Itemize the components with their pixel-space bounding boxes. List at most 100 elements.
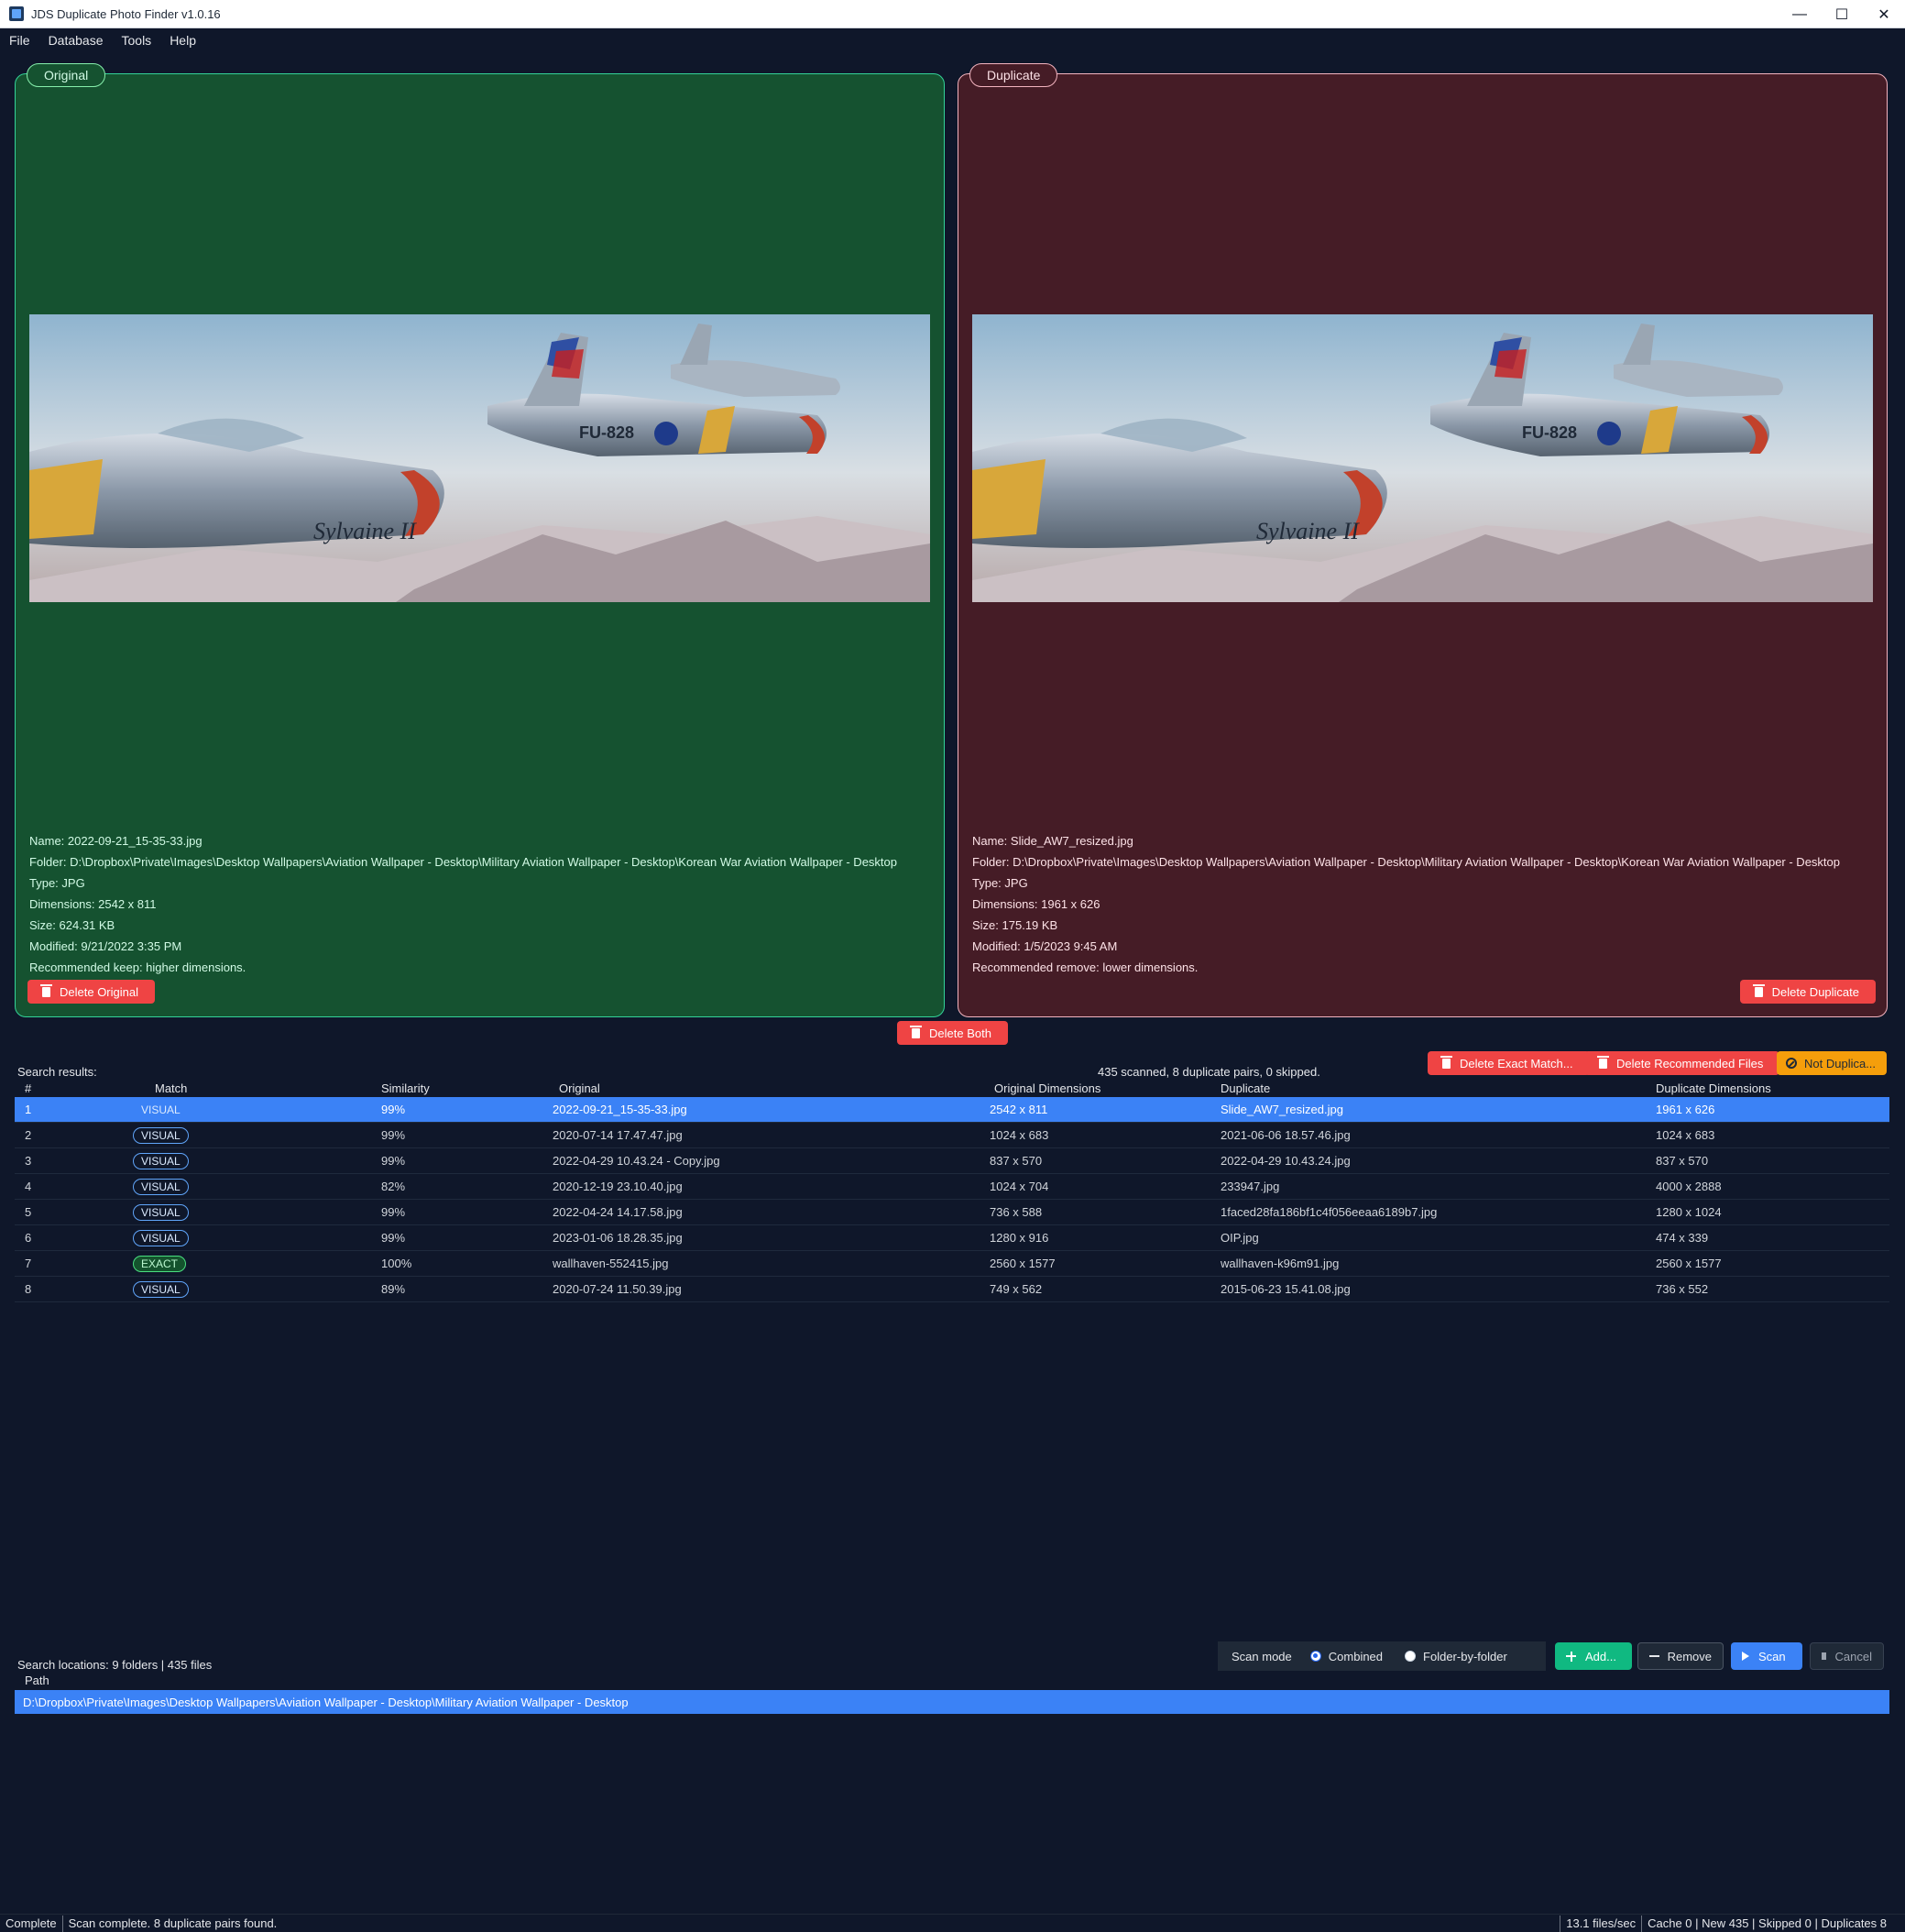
- table-row[interactable]: 4 VISUAL 82% 2020-12-19 23.10.40.jpg 102…: [15, 1174, 1889, 1200]
- delete-duplicate-label: Delete Duplicate: [1771, 984, 1859, 999]
- column-header-match[interactable]: Match: [133, 1081, 378, 1097]
- delete-exact-match-button[interactable]: Delete Exact Match...: [1428, 1051, 1590, 1075]
- match-badge: EXACT: [133, 1255, 187, 1272]
- menu-help[interactable]: Help: [170, 33, 196, 48]
- original-dimensions-cell: 1280 x 916: [990, 1231, 1049, 1245]
- original-image-preview[interactable]: Sylvaine II FU-828: [29, 314, 930, 602]
- original-tab: Original: [27, 63, 106, 87]
- folder-by-folder-label: Folder-by-folder: [1423, 1649, 1507, 1663]
- window-title: JDS Duplicate Photo Finder v1.0.16: [31, 6, 221, 21]
- duplicate-dimensions-cell: 736 x 552: [1656, 1282, 1709, 1296]
- trash-icon: [910, 1025, 922, 1038]
- duplicate-image-preview[interactable]: Sylvaine II FU-828: [972, 314, 1873, 602]
- original-cell: 2023-01-06 18.28.35.jpg: [553, 1231, 683, 1245]
- delete-exact-label: Delete Exact Match...: [1460, 1056, 1573, 1070]
- duplicate-cell: 1faced28fa186bf1c4f056eeaa6189b7.jpg: [1221, 1205, 1438, 1219]
- column-header-path[interactable]: Path: [15, 1674, 1889, 1690]
- match-cell: VISUAL: [133, 1178, 378, 1195]
- duplicate-cell: Slide_AW7_resized.jpg: [1221, 1103, 1343, 1116]
- remove-location-button[interactable]: Remove: [1637, 1642, 1724, 1670]
- similarity-cell: 99%: [381, 1154, 406, 1168]
- svg-text:FU-828: FU-828: [1522, 423, 1577, 442]
- add-location-button[interactable]: Add...: [1555, 1642, 1632, 1670]
- column-header-original-dimensions[interactable]: Original Dimensions: [990, 1081, 1221, 1097]
- column-header-duplicate[interactable]: Duplicate: [1221, 1081, 1656, 1097]
- window-controls: — ☐ ✕: [1779, 0, 1905, 28]
- jet-painting-image: Sylvaine II FU-828: [972, 314, 1873, 602]
- trash-icon: [1752, 983, 1765, 997]
- column-header-number[interactable]: #: [15, 1081, 133, 1097]
- duplicate-recommendation: Recommended remove: lower dimensions.: [972, 961, 1199, 974]
- scan-summary: 435 scanned, 8 duplicate pairs, 0 skippe…: [1098, 1065, 1320, 1079]
- jet-painting-image: Sylvaine II FU-828: [29, 314, 930, 602]
- combined-label: Combined: [1328, 1649, 1384, 1663]
- match-cell: VISUAL: [133, 1229, 378, 1246]
- duplicate-cell: 233947.jpg: [1221, 1180, 1280, 1193]
- duplicate-modified: Modified: 1/5/2023 9:45 AM: [972, 939, 1118, 953]
- stop-icon: [1822, 1652, 1826, 1660]
- duplicate-dimensions-cell: 837 x 570: [1656, 1154, 1709, 1168]
- title-bar: JDS Duplicate Photo Finder v1.0.16 — ☐ ✕: [0, 0, 1905, 28]
- delete-duplicate-button[interactable]: Delete Duplicate: [1739, 980, 1876, 1004]
- cancel-button[interactable]: Cancel: [1810, 1642, 1884, 1670]
- delete-both-label: Delete Both: [929, 1026, 991, 1040]
- match-badge: VISUAL: [133, 1229, 189, 1246]
- scan-button[interactable]: Scan: [1731, 1642, 1802, 1670]
- status-state: Complete: [0, 1915, 63, 1932]
- table-row[interactable]: 5 VISUAL 99% 2022-04-24 14.17.58.jpg 736…: [15, 1200, 1889, 1225]
- similarity-cell: 99%: [381, 1205, 406, 1219]
- column-header-duplicate-dimensions[interactable]: Duplicate Dimensions: [1656, 1081, 1889, 1097]
- delete-original-label: Delete Original: [60, 984, 138, 999]
- delete-recommended-button[interactable]: Delete Recommended Files: [1584, 1051, 1780, 1075]
- minimize-icon[interactable]: —: [1779, 0, 1821, 28]
- status-bar: Complete Scan complete. 8 duplicate pair…: [0, 1914, 1905, 1932]
- original-dimensions: Dimensions: 2542 x 811: [29, 897, 157, 911]
- duplicate-size: Size: 175.19 KB: [972, 918, 1058, 932]
- duplicate-panel: Duplicate Sylvaine II FU-828 Name: Slide…: [958, 63, 1888, 1017]
- status-counts: Cache 0 | New 435 | Skipped 0 | Duplicat…: [1641, 1916, 1892, 1932]
- table-row[interactable]: 6 VISUAL 99% 2023-01-06 18.28.35.jpg 128…: [15, 1225, 1889, 1251]
- plus-icon: [1566, 1651, 1576, 1662]
- match-cell: VISUAL: [133, 1126, 378, 1144]
- menu-database[interactable]: Database: [49, 33, 104, 48]
- close-icon[interactable]: ✕: [1863, 0, 1905, 28]
- table-row[interactable]: 8 VISUAL 89% 2020-07-24 11.50.39.jpg 749…: [15, 1277, 1889, 1302]
- original-recommendation: Recommended keep: higher dimensions.: [29, 961, 246, 974]
- trash-icon: [1597, 1055, 1609, 1069]
- scan-mode-combined-option[interactable]: Combined: [1309, 1649, 1384, 1663]
- not-duplicate-button[interactable]: Not Duplica...: [1777, 1051, 1887, 1075]
- original-dimensions-cell: 2560 x 1577: [990, 1257, 1056, 1270]
- scan-mode-folder-option[interactable]: Folder-by-folder: [1405, 1650, 1507, 1663]
- match-badge: VISUAL: [133, 1178, 189, 1195]
- menu-tools[interactable]: Tools: [122, 33, 152, 48]
- table-row[interactable]: 7 EXACT 100% wallhaven-552415.jpg 2560 x…: [15, 1251, 1889, 1277]
- maximize-icon[interactable]: ☐: [1821, 0, 1863, 28]
- radio-unchecked-icon[interactable]: [1405, 1651, 1417, 1662]
- table-row[interactable]: 3 VISUAL 99% 2022-04-29 10.43.24 - Copy.…: [15, 1148, 1889, 1174]
- duplicate-cell: 2022-04-29 10.43.24.jpg: [1221, 1154, 1351, 1168]
- table-row[interactable]: 1 VISUAL 99% 2022-09-21_15-35-33.jpg 254…: [15, 1097, 1889, 1123]
- results-table: # Match Similarity Original Original Dim…: [15, 1081, 1889, 1302]
- status-rate: 13.1 files/sec: [1560, 1916, 1641, 1932]
- radio-checked-icon[interactable]: [1309, 1651, 1321, 1662]
- row-number: 4: [25, 1180, 32, 1193]
- original-type: Type: JPG: [29, 876, 85, 890]
- svg-text:Sylvaine II: Sylvaine II: [313, 518, 417, 544]
- row-number: 8: [25, 1282, 32, 1296]
- trash-icon: [40, 983, 52, 997]
- location-row[interactable]: D:\Dropbox\Private\Images\Desktop Wallpa…: [15, 1690, 1889, 1714]
- delete-both-button[interactable]: Delete Both: [897, 1021, 1008, 1045]
- column-header-similarity[interactable]: Similarity: [378, 1081, 553, 1097]
- row-number: 1: [25, 1103, 32, 1116]
- search-locations-label: Search locations: 9 folders | 435 files: [17, 1658, 213, 1672]
- menu-file[interactable]: File: [9, 33, 30, 48]
- delete-original-button[interactable]: Delete Original: [27, 980, 155, 1004]
- status-message: Scan complete. 8 duplicate pairs found.: [68, 1916, 278, 1930]
- table-row[interactable]: 2 VISUAL 99% 2020-07-14 17.47.47.jpg 102…: [15, 1123, 1889, 1148]
- original-cell: wallhaven-552415.jpg: [553, 1257, 669, 1270]
- match-badge: VISUAL: [133, 1126, 189, 1144]
- original-cell: 2020-07-24 11.50.39.jpg: [553, 1282, 682, 1296]
- similarity-cell: 99%: [381, 1103, 406, 1116]
- column-header-original[interactable]: Original: [553, 1081, 990, 1097]
- original-cell: 2020-07-14 17.47.47.jpg: [553, 1128, 683, 1142]
